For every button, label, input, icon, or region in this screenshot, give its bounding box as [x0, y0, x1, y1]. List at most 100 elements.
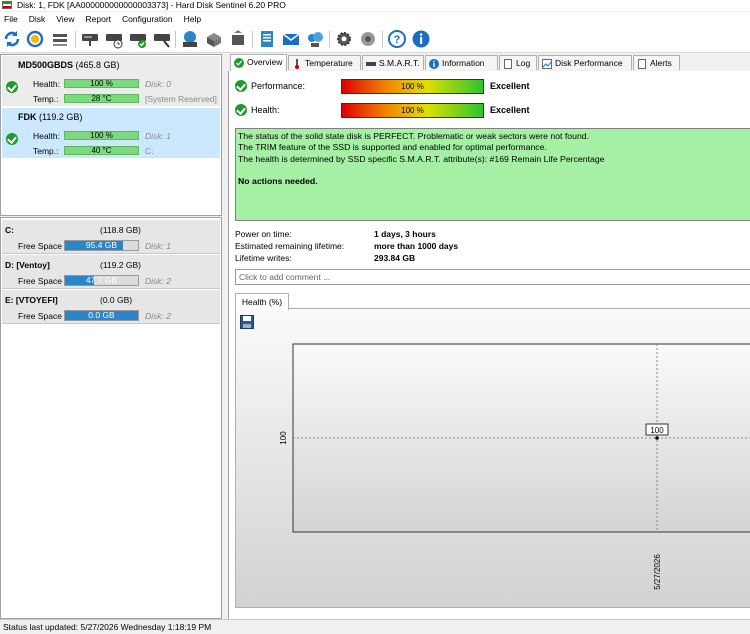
info-icon[interactable] — [411, 29, 431, 49]
volume-item-d[interactable]: D: [Ventoy] (119.2 GB) Free Space 47.7 G… — [2, 255, 220, 289]
disk-tool-icon[interactable] — [152, 29, 172, 49]
performance-label: Performance: — [251, 81, 306, 91]
report-icon[interactable] — [257, 29, 277, 49]
comment-field[interactable]: Click to add comment ... — [235, 269, 750, 285]
disk-number: Disk: 2 — [145, 276, 171, 286]
temp-bar: 40 °C — [64, 146, 139, 155]
temp-bar: 28 °C — [64, 94, 139, 103]
disk-name: MD500GBDS (465.8 GB) — [18, 60, 120, 70]
refresh-icon[interactable] — [2, 29, 22, 49]
title-bar: Disk: 1, FDK [AA000000000000003373] - Ha… — [0, 0, 750, 11]
disk-ok-status-icon — [6, 81, 18, 93]
app-icon — [2, 1, 12, 9]
status-line: The TRIM feature of the SSD is supported… — [238, 142, 547, 153]
toolbar: ? — [0, 26, 750, 53]
x-tick-label: 5/27/2026 — [653, 554, 662, 590]
help-icon[interactable]: ? — [387, 29, 407, 49]
volume-name: E: [VTOYEFI] — [5, 295, 58, 305]
lifetime-value: more than 1000 days — [374, 241, 459, 251]
toolbar-separator — [75, 31, 76, 48]
disk-eject-icon[interactable] — [228, 29, 248, 49]
tab-alerts[interactable]: Alerts — [633, 55, 680, 70]
thermometer-icon — [295, 59, 299, 69]
settings-icon[interactable] — [334, 29, 354, 49]
volume-name: C: — [5, 225, 14, 235]
free-space-bar: 95.4 GB — [64, 240, 139, 251]
menu-help[interactable]: Help — [179, 12, 207, 26]
disk-ok-icon[interactable] — [128, 29, 148, 49]
tab-log[interactable]: Log — [499, 55, 537, 70]
disk-number: Disk: 1 — [145, 131, 171, 141]
disk-number: Disk: 1 — [145, 241, 171, 251]
sound-icon[interactable] — [358, 29, 378, 49]
check-icon — [234, 58, 244, 68]
disk-number: Disk: 2 — [145, 311, 171, 321]
health-rating: Excellent — [490, 105, 530, 115]
performance-bar: 100 % — [341, 79, 484, 94]
tab-smart[interactable]: S.M.A.R.T. — [362, 55, 424, 70]
alerts-icon — [638, 59, 646, 69]
temp-label: Temp.: — [33, 94, 59, 104]
tab-bar: Overview Temperature S.M.A.R.T. Informat… — [228, 54, 750, 72]
menu-disk[interactable]: Disk — [24, 12, 52, 26]
free-space-value: 95.4 GB — [85, 240, 118, 250]
menu-report[interactable]: Report — [81, 12, 118, 26]
health-chart: 100 5/27/2026 100 — [279, 343, 750, 590]
data-point — [655, 436, 659, 440]
menu-view[interactable]: View — [51, 12, 80, 26]
disk-item-fdk[interactable]: FDK (119.2 GB) Health: 100 % Disk: 1 Tem… — [2, 108, 220, 158]
disk-item-md500gbds[interactable]: MD500GBDS (465.8 GB) Health: 100 % Disk:… — [2, 56, 220, 106]
window-title: Disk: 1, FDK [AA000000000000003373] - Ha… — [17, 0, 286, 10]
health-label: Health: — [251, 105, 280, 115]
volume-item-e[interactable]: E: [VTOYEFI] (0.0 GB) Free Space 0.0 GB … — [2, 290, 220, 324]
disk-remote-icon[interactable] — [204, 29, 224, 49]
volume-list: C: (118.8 GB) Free Space 95.4 GB Disk: 1… — [0, 217, 222, 619]
health-bar: 100 % — [64, 131, 139, 140]
toolbar-separator — [175, 31, 176, 48]
volume-item-c[interactable]: C: (118.8 GB) Free Space 95.4 GB Disk: 1 — [2, 220, 220, 254]
volume-size: (0.0 GB) — [100, 295, 133, 305]
free-space-value: 0.0 GB — [88, 310, 115, 320]
tab-disk-performance[interactable]: Disk Performance — [538, 55, 632, 70]
tab-health-chart[interactable]: Health (%) — [235, 293, 289, 310]
disk-ok-status-icon — [6, 133, 18, 145]
no-action-text: No actions needed. — [238, 175, 318, 186]
volume-size: (118.8 GB) — [100, 225, 141, 235]
email-icon[interactable] — [281, 29, 301, 49]
tab-temperature[interactable]: Temperature — [288, 55, 361, 70]
status-bar: Status last updated: 5/27/2026 Wednesday… — [0, 619, 750, 633]
menu-file[interactable]: File — [0, 12, 24, 26]
disk-name: FDK (119.2 GB) — [18, 112, 83, 122]
disk-schedule-icon[interactable] — [104, 29, 124, 49]
disk-details-icon[interactable] — [50, 29, 70, 49]
status-description: The status of the solid state disk is PE… — [235, 128, 750, 221]
menu-configuration[interactable]: Configuration — [117, 12, 179, 26]
disk-volume: [System Reserved] — [145, 94, 217, 104]
free-space-bar: 0.0 GB — [64, 310, 139, 321]
info-icon — [429, 59, 439, 69]
health-bar: 100 % — [341, 103, 484, 118]
svg-text:?: ? — [394, 34, 401, 46]
disk-number: Disk: 0 — [145, 79, 171, 89]
health-label: Health: — [33, 79, 60, 89]
status-line: The status of the solid state disk is PE… — [238, 131, 590, 141]
status-line: The health is determined by SSD specific… — [238, 153, 605, 164]
health-label: Health: — [33, 131, 60, 141]
health-chart-area: 100 5/27/2026 100 — [235, 308, 750, 608]
disk-check-icon[interactable] — [80, 29, 100, 49]
temp-label: Temp.: — [33, 146, 59, 156]
cloud-icon[interactable] — [305, 29, 325, 49]
data-label: 100 — [650, 426, 664, 435]
writes-value: 293.84 GB — [374, 253, 416, 263]
health-ok-icon — [235, 104, 247, 116]
refresh-all-icon[interactable] — [25, 29, 45, 49]
disk-network-icon[interactable] — [180, 29, 200, 49]
free-space-label: Free Space — [18, 311, 62, 321]
free-space-label: Free Space — [18, 241, 62, 251]
overview-panel: Performance: 100 % Excellent Health: 100… — [228, 71, 750, 619]
free-space-label: Free Space — [18, 276, 62, 286]
tab-overview[interactable]: Overview — [230, 54, 287, 71]
y-tick-label: 100 — [279, 431, 288, 445]
tab-information[interactable]: Information — [425, 55, 498, 70]
toolbar-separator — [382, 31, 383, 48]
